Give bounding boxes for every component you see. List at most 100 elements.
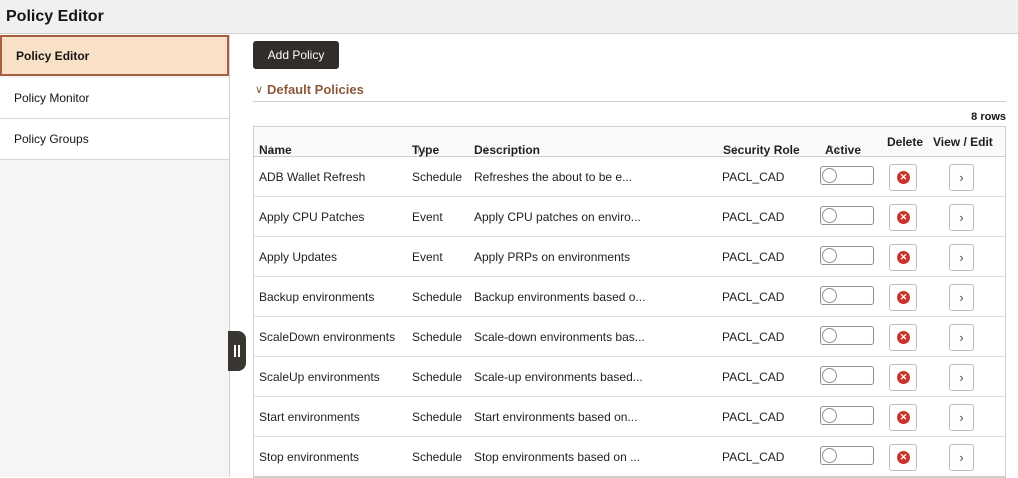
- cell-name: ADB Wallet Refresh: [259, 170, 366, 184]
- cell-description: Apply CPU patches on enviro...: [474, 210, 641, 224]
- sidebar: Policy Editor Policy Monitor Policy Grou…: [0, 35, 230, 477]
- chevron-right-icon: ›: [959, 250, 964, 265]
- pane-splitter-icon[interactable]: [228, 331, 246, 371]
- table-row: ScaleUp environments Schedule Scale-up e…: [254, 357, 1005, 397]
- chevron-right-icon: ›: [959, 290, 964, 305]
- table-row: Stop environments Schedule Stop environm…: [254, 437, 1005, 476]
- cell-description: Stop environments based on ...: [474, 450, 641, 464]
- column-header-view-edit: View / Edit: [933, 135, 993, 149]
- delete-button[interactable]: ✕: [889, 204, 917, 231]
- section-title: Default Policies: [267, 82, 364, 97]
- cell-type: Event: [412, 250, 443, 264]
- cell-type: Schedule: [412, 450, 463, 464]
- column-header-delete: Delete: [887, 135, 924, 149]
- cell-description: Backup environments based o...: [474, 290, 646, 304]
- delete-button[interactable]: ✕: [889, 164, 917, 191]
- cell-type: Schedule: [412, 330, 463, 344]
- toggle-knob: [822, 248, 837, 263]
- active-toggle[interactable]: [820, 326, 874, 345]
- cell-description: Scale-down environments bas...: [474, 330, 645, 344]
- add-policy-button[interactable]: Add Policy: [253, 41, 339, 69]
- view-edit-button[interactable]: ›: [949, 164, 974, 191]
- sort-icon: ↑↓: [263, 143, 274, 155]
- cell-description: Start environments based on...: [474, 410, 638, 424]
- cell-name: ScaleDown environments: [259, 330, 396, 344]
- view-edit-button[interactable]: ›: [949, 444, 974, 471]
- active-toggle[interactable]: [820, 206, 874, 225]
- cell-name: Stop environments: [259, 450, 360, 464]
- active-toggle[interactable]: [820, 406, 874, 425]
- toggle-knob: [822, 288, 837, 303]
- delete-circle-x-icon: ✕: [897, 211, 910, 224]
- toggle-knob: [822, 368, 837, 383]
- chevron-down-icon: ∨: [255, 84, 264, 96]
- cell-security-role: PACL_CAD: [722, 450, 785, 464]
- chevron-right-icon: ›: [959, 170, 964, 185]
- active-toggle[interactable]: [820, 366, 874, 385]
- header-bar: Policy Editor: [0, 0, 1018, 34]
- view-edit-button[interactable]: ›: [949, 204, 974, 231]
- view-edit-button[interactable]: ›: [949, 404, 974, 431]
- view-edit-button[interactable]: ›: [949, 244, 974, 271]
- table-row: Backup environments Schedule Backup envi…: [254, 277, 1005, 317]
- delete-circle-x-icon: ✕: [897, 171, 910, 184]
- delete-button[interactable]: ✕: [889, 324, 917, 351]
- cell-name: Backup environments: [259, 290, 375, 304]
- table-row: ScaleDown environments Schedule Scale-do…: [254, 317, 1005, 357]
- policies-table: Name ↑↓ Type ↑↓ Description ↑↓ Security Rol…: [253, 126, 1006, 478]
- chevron-right-icon: ›: [959, 450, 964, 465]
- chevron-right-icon: ›: [959, 210, 964, 225]
- delete-button[interactable]: ✕: [889, 244, 917, 271]
- toggle-knob: [822, 168, 837, 183]
- cell-security-role: PACL_CAD: [722, 330, 785, 344]
- view-edit-button[interactable]: ›: [949, 364, 974, 391]
- cell-name: Apply Updates: [259, 250, 338, 264]
- view-edit-button[interactable]: ›: [949, 284, 974, 311]
- toggle-knob: [822, 328, 837, 343]
- cell-security-role: PACL_CAD: [722, 370, 785, 384]
- table-row: Apply Updates Event Apply PRPs on enviro…: [254, 237, 1005, 277]
- cell-type: Schedule: [412, 410, 463, 424]
- active-toggle[interactable]: [820, 446, 874, 465]
- table-row: Start environments Schedule Start enviro…: [254, 397, 1005, 437]
- delete-circle-x-icon: ✕: [897, 451, 910, 464]
- sort-icon: ↑↓: [727, 143, 738, 155]
- toggle-knob: [822, 408, 837, 423]
- cell-description: Apply PRPs on environments: [474, 250, 631, 264]
- cell-type: Event: [412, 210, 443, 224]
- toggle-knob: [822, 208, 837, 223]
- section-header-default-policies[interactable]: ∨ Default Policies: [253, 80, 1006, 102]
- chevron-right-icon: ›: [959, 410, 964, 425]
- delete-circle-x-icon: ✕: [897, 251, 910, 264]
- sidebar-item-policy-editor[interactable]: Policy Editor: [0, 35, 229, 76]
- sidebar-item-policy-groups[interactable]: Policy Groups: [0, 119, 229, 160]
- active-toggle[interactable]: [820, 166, 874, 185]
- view-edit-button[interactable]: ›: [949, 324, 974, 351]
- delete-button[interactable]: ✕: [889, 444, 917, 471]
- active-toggle[interactable]: [820, 246, 874, 265]
- chevron-right-icon: ›: [959, 370, 964, 385]
- delete-button[interactable]: ✕: [889, 404, 917, 431]
- cell-security-role: PACL_CAD: [722, 170, 785, 184]
- delete-circle-x-icon: ✕: [897, 331, 910, 344]
- toggle-knob: [822, 448, 837, 463]
- delete-circle-x-icon: ✕: [897, 411, 910, 424]
- chevron-right-icon: ›: [959, 330, 964, 345]
- sort-icon: ↑↓: [416, 143, 427, 155]
- delete-button[interactable]: ✕: [889, 364, 917, 391]
- table-header: Name ↑↓ Type ↑↓ Description ↑↓ Security Rol…: [254, 127, 1005, 157]
- active-toggle[interactable]: [820, 286, 874, 305]
- delete-circle-x-icon: ✕: [897, 371, 910, 384]
- cell-type: Schedule: [412, 370, 463, 384]
- cell-type: Schedule: [412, 290, 463, 304]
- sort-icon: ↑↓: [478, 143, 489, 155]
- cell-description: Refreshes the about to be e...: [474, 170, 633, 184]
- delete-circle-x-icon: ✕: [897, 291, 910, 304]
- sidebar-item-policy-monitor[interactable]: Policy Monitor: [0, 78, 229, 119]
- cell-description: Scale-up environments based...: [474, 370, 643, 384]
- cell-security-role: PACL_CAD: [722, 250, 785, 264]
- cell-security-role: PACL_CAD: [722, 210, 785, 224]
- table-row: ADB Wallet Refresh Schedule Refreshes th…: [254, 157, 1005, 197]
- delete-button[interactable]: ✕: [889, 284, 917, 311]
- cell-security-role: PACL_CAD: [722, 410, 785, 424]
